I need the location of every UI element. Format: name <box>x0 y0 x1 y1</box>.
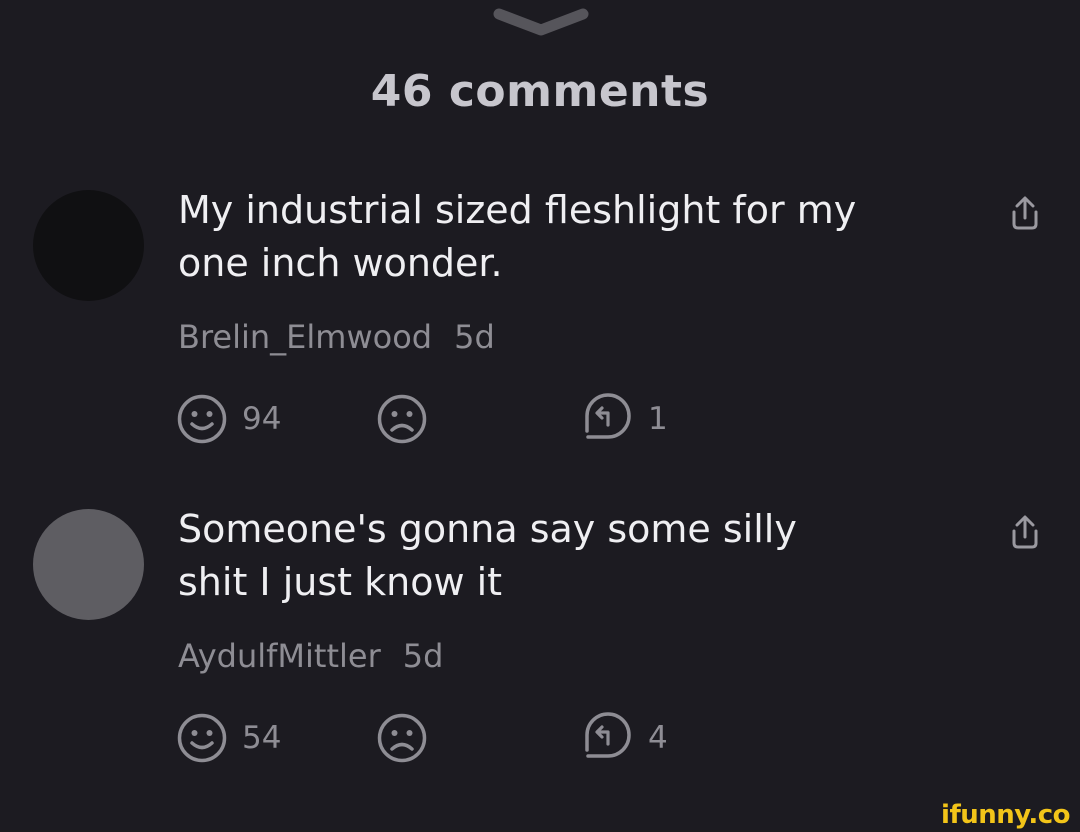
frown-icon <box>377 713 427 763</box>
like-count: 54 <box>242 720 282 756</box>
comment-text-line: Someone's gonna say some silly <box>178 507 797 551</box>
comment-text-line: one inch wonder. <box>178 241 503 285</box>
comment-actions: 54 4 <box>0 711 1080 765</box>
like-count: 94 <box>242 401 282 437</box>
reply-icon <box>585 712 631 758</box>
comment-actions: 94 1 <box>0 392 1080 446</box>
avatar[interactable] <box>33 509 144 620</box>
comment-age: 5d <box>402 637 444 675</box>
reply-icon <box>585 393 631 439</box>
like-button[interactable]: 94 <box>176 392 281 446</box>
reply-button[interactable]: 1 <box>578 392 668 446</box>
reply-count: 4 <box>648 720 668 756</box>
chevron-down-icon[interactable] <box>493 4 589 40</box>
comment-text-line: My industrial sized fleshlight for my <box>178 188 857 232</box>
reply-button[interactable]: 4 <box>578 711 668 765</box>
comment-age: 5d <box>454 318 495 356</box>
comment-item: Someone's gonna say some silly shit I ju… <box>0 507 1080 809</box>
reply-count: 1 <box>648 401 668 437</box>
comment-text: Someone's gonna say some silly shit I ju… <box>178 503 958 609</box>
ifunny-watermark: ifunny.co <box>941 800 1070 830</box>
dislike-button[interactable] <box>376 392 428 446</box>
comments-count-title: 46 comments <box>370 66 710 117</box>
dislike-button[interactable] <box>376 711 428 765</box>
comment-text: My industrial sized fleshlight for my on… <box>178 184 958 290</box>
comment-author[interactable]: AydulfMittler <box>178 637 381 675</box>
comment-author[interactable]: Brelin_Elmwood <box>178 318 432 356</box>
comment-text-line: shit I just know it <box>178 560 503 604</box>
comment-meta: AydulfMittler 5d <box>178 637 443 675</box>
like-button[interactable]: 54 <box>176 711 281 765</box>
smile-icon <box>177 394 227 444</box>
smile-icon <box>177 713 227 763</box>
frown-icon <box>377 394 427 444</box>
share-icon[interactable] <box>1005 194 1045 234</box>
avatar[interactable] <box>33 190 144 301</box>
comment-item: My industrial sized fleshlight for my on… <box>0 188 1080 490</box>
comment-meta: Brelin_Elmwood 5d <box>178 318 495 356</box>
share-icon[interactable] <box>1005 513 1045 553</box>
